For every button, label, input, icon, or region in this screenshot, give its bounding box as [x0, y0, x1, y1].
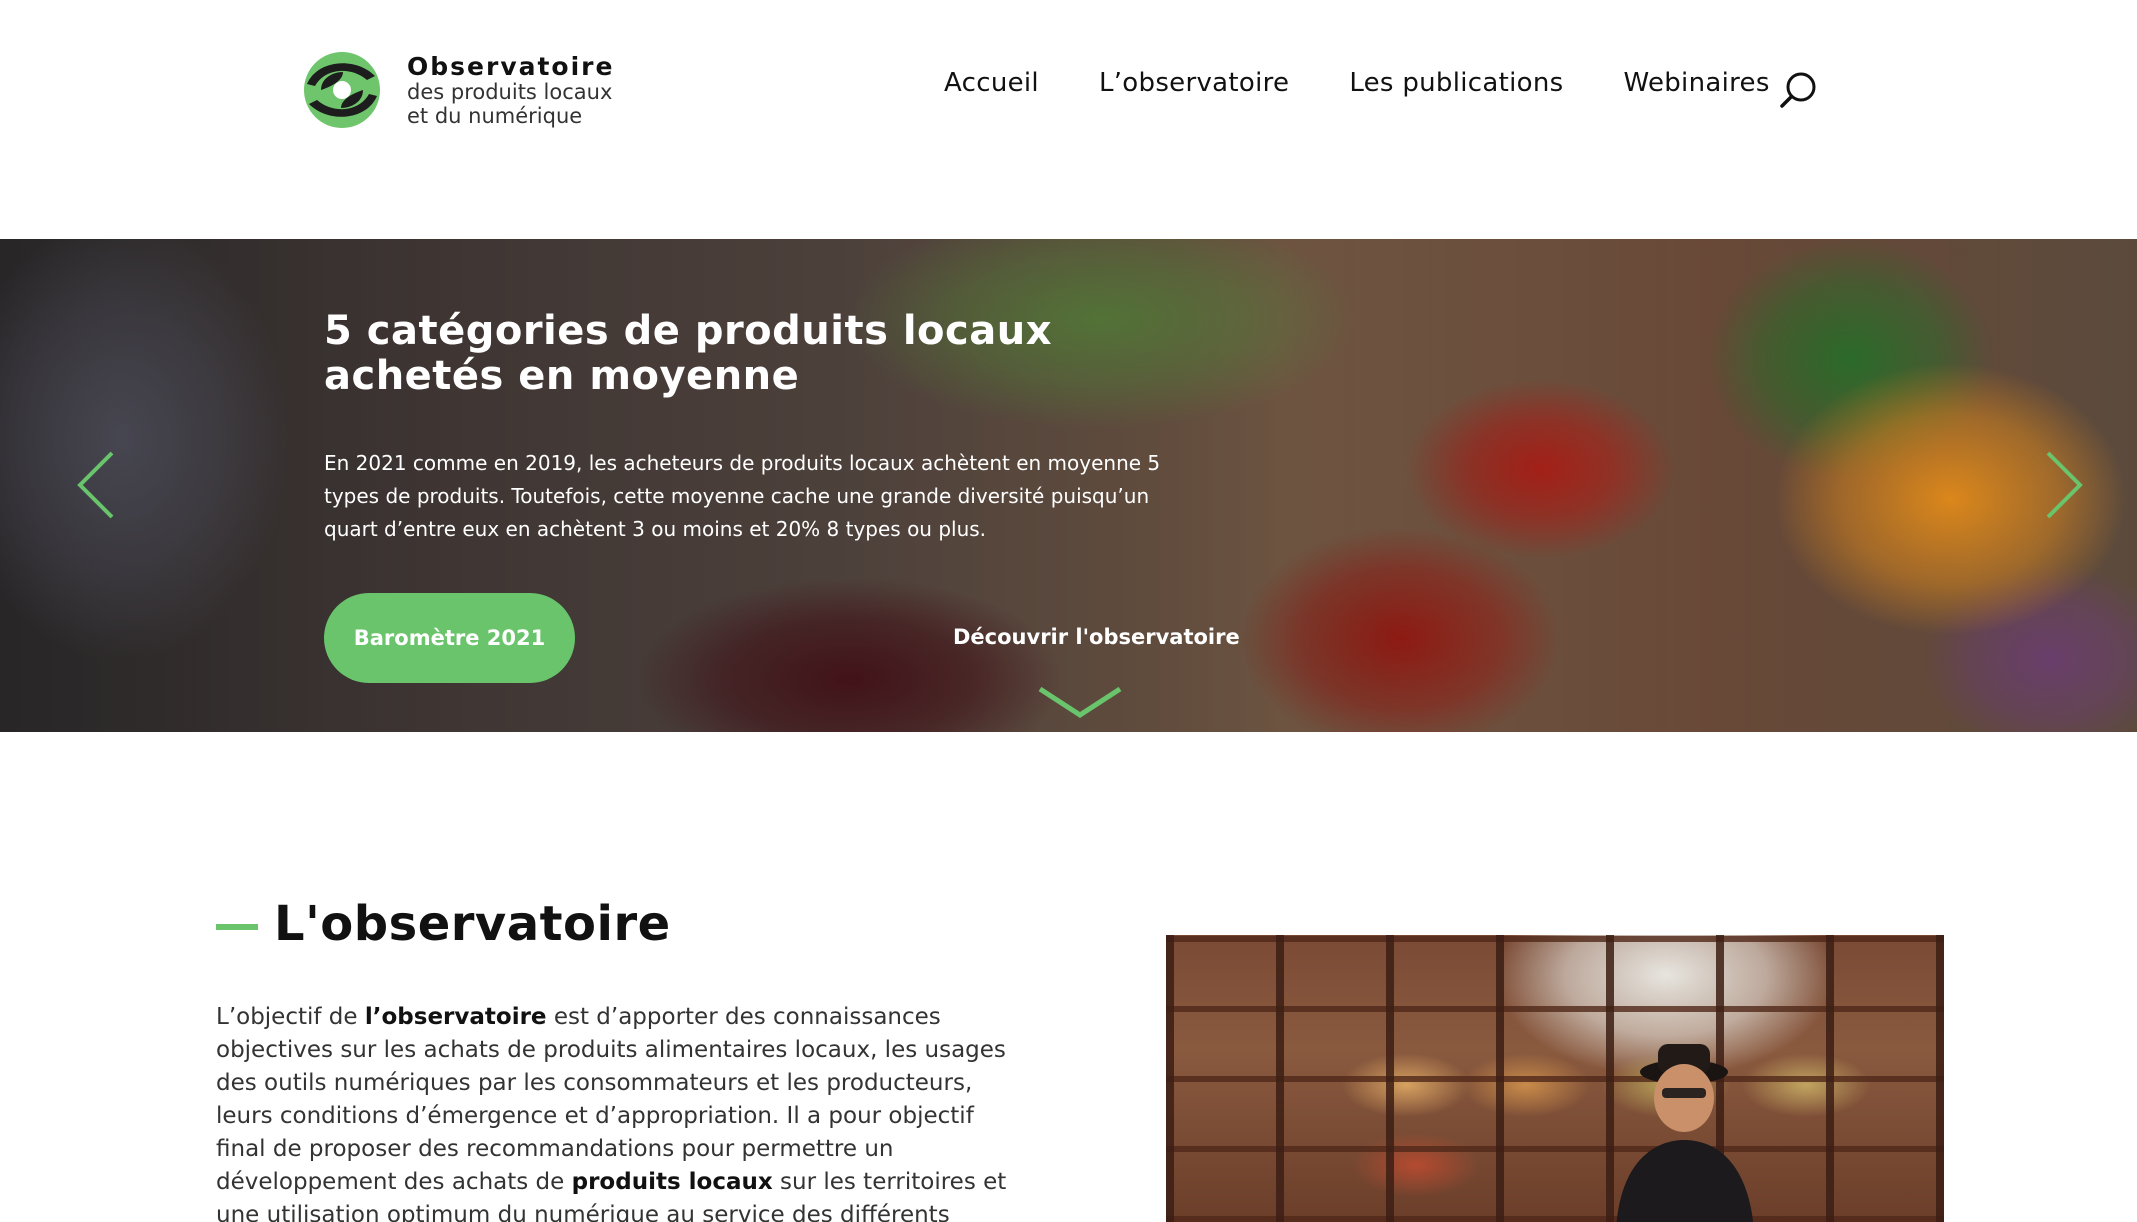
- chevron-down-icon[interactable]: [1036, 683, 1124, 723]
- nav-item-webinaires[interactable]: Webinaires: [1623, 68, 1769, 98]
- logo-subtitle-line1: des produits locaux: [407, 79, 613, 104]
- logo-text: Observatoire des produits locaux et du n…: [407, 54, 614, 127]
- discover-observatoire-link[interactable]: Découvrir l'observatoire: [953, 625, 1240, 649]
- section-body: L’objectif de l’observatoire est d’appor…: [216, 1001, 1016, 1222]
- section-heading: L'observatoire: [216, 896, 671, 952]
- market-photo: [1166, 935, 1944, 1222]
- logo-title: Observatoire: [407, 51, 615, 81]
- nav-item-accueil[interactable]: Accueil: [944, 68, 1039, 98]
- body-bold-produits-locaux[interactable]: produits locaux: [572, 1169, 773, 1195]
- section-title: L'observatoire: [274, 896, 671, 952]
- search-icon[interactable]: [1779, 70, 1819, 110]
- hero-slider: 5 catégories de produits locaux achetés …: [0, 239, 2137, 732]
- main-nav: Accueil L’observatoire Les publications …: [944, 68, 1830, 98]
- body-text-1: L’objectif de: [216, 1004, 365, 1030]
- site-header: Observatoire des produits locaux et du n…: [0, 0, 2137, 239]
- logo-icon: [304, 52, 380, 128]
- body-bold-observatoire[interactable]: l’observatoire: [365, 1004, 547, 1030]
- nav-item-publications[interactable]: Les publications: [1349, 68, 1563, 98]
- nav-item-observatoire[interactable]: L’observatoire: [1099, 68, 1289, 98]
- barometre-button[interactable]: Baromètre 2021: [324, 593, 575, 683]
- hero-title: 5 catégories de produits locaux achetés …: [324, 308, 1052, 399]
- chevron-right-icon[interactable]: [2042, 449, 2086, 521]
- site-logo[interactable]: Observatoire des produits locaux et du n…: [299, 48, 619, 132]
- title-accent-dash: [216, 924, 258, 930]
- chevron-left-icon[interactable]: [74, 449, 118, 521]
- hero-text: En 2021 comme en 2019, les acheteurs de …: [324, 451, 1161, 541]
- vendor-figure: [1616, 1044, 1754, 1222]
- logo-subtitle-line2: et du numérique: [407, 103, 583, 128]
- body-text-2: est d’apporter des connaissances objecti…: [216, 1004, 1006, 1195]
